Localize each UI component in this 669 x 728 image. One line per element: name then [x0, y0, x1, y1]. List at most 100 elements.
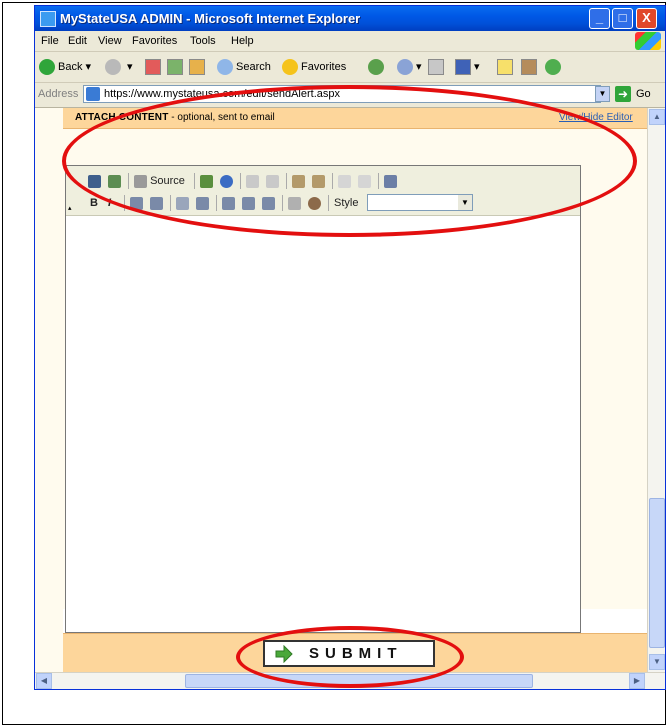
mail-button[interactable]: ▾ — [397, 58, 422, 76]
search-icon — [217, 59, 233, 76]
align-center-icon[interactable] — [242, 195, 255, 211]
indent-icon[interactable] — [196, 195, 209, 211]
toolbar-separator — [240, 173, 241, 189]
special-object-icon[interactable] — [308, 195, 321, 211]
toolbar-separator — [328, 195, 329, 211]
image-icon[interactable] — [200, 173, 213, 189]
windows-logo-icon — [635, 32, 661, 50]
editor-text-area[interactable] — [66, 216, 580, 632]
editor-toolbar-row-1: Source — [84, 171, 574, 191]
refresh-button[interactable] — [167, 58, 183, 76]
forward-button[interactable]: ▾ — [105, 58, 133, 76]
refresh-icon — [167, 59, 183, 76]
notes-button[interactable] — [497, 58, 513, 76]
cut-icon[interactable] — [246, 173, 259, 189]
home-button[interactable] — [189, 58, 205, 76]
attach-note: - optional, sent to email — [168, 112, 275, 123]
paste-icon[interactable] — [292, 173, 305, 189]
source-icon — [134, 174, 147, 188]
word-icon — [455, 59, 471, 76]
ordered-list-icon[interactable] — [130, 195, 143, 211]
menu-view[interactable]: View — [98, 35, 122, 47]
align-right-icon[interactable] — [262, 195, 275, 211]
bold-icon[interactable]: B — [90, 195, 98, 211]
go-arrow-icon[interactable]: ➜ — [615, 86, 631, 102]
menu-edit[interactable]: Edit — [68, 35, 87, 47]
scroll-left-icon[interactable]: ◀ — [36, 673, 52, 689]
messenger-button[interactable] — [545, 58, 564, 76]
menu-favorites[interactable]: Favorites — [132, 35, 177, 47]
maximize-button[interactable]: □ — [612, 8, 633, 29]
spellcheck-icon[interactable] — [108, 173, 121, 189]
address-dropdown-icon[interactable]: ▼ — [595, 86, 610, 102]
vertical-scrollbar[interactable]: ▲ ▼ — [647, 108, 665, 672]
toolbar-separator — [194, 173, 195, 189]
submit-button[interactable]: SUBMIT — [263, 640, 435, 667]
table-icon[interactable] — [384, 173, 397, 189]
source-button[interactable]: Source — [134, 173, 185, 189]
save-icon[interactable] — [88, 173, 101, 189]
stop-icon — [145, 59, 161, 76]
standard-toolbar: Back ▾ ▾ Search Favorites ▾ ▾ — [35, 52, 665, 83]
back-label: Back — [58, 61, 83, 73]
notes-icon — [497, 59, 513, 76]
horizontal-scrollbar[interactable]: ◀ ▶ — [35, 672, 665, 689]
scroll-right-icon[interactable]: ▶ — [629, 673, 645, 689]
word-button[interactable]: ▾ — [455, 58, 480, 76]
horizontal-scroll-thumb[interactable] — [185, 674, 533, 688]
favorites-label: Favorites — [301, 61, 347, 73]
submit-label: SUBMIT — [309, 645, 403, 662]
favorites-button[interactable]: Favorites — [282, 58, 346, 76]
history-icon — [368, 59, 384, 76]
star-icon — [282, 59, 298, 76]
redo-icon[interactable] — [358, 173, 371, 189]
back-arrow-icon — [39, 59, 55, 76]
copy-icon[interactable] — [266, 173, 279, 189]
paste-word-icon[interactable] — [312, 173, 325, 189]
menu-help[interactable]: Help — [231, 35, 254, 47]
attach-content-header: ATTACH CONTENT - optional, sent to email… — [63, 108, 647, 129]
horizontal-rule-icon[interactable] — [288, 195, 301, 211]
toolbar-separator — [128, 173, 129, 189]
home-icon — [189, 59, 205, 76]
search-button[interactable]: Search — [217, 58, 271, 76]
style-select[interactable]: ▼ — [367, 194, 473, 211]
print-button[interactable] — [428, 58, 444, 76]
view-hide-editor-link[interactable]: View/Hide Editor — [559, 112, 633, 123]
outdent-icon[interactable] — [176, 195, 189, 211]
menu-file[interactable]: File — [41, 35, 59, 47]
page-left-margin — [35, 108, 63, 672]
flash-globe-icon[interactable] — [220, 173, 233, 189]
align-left-icon[interactable] — [222, 195, 235, 211]
green-arrow-icon — [275, 645, 293, 663]
menu-tools[interactable]: Tools — [190, 35, 216, 47]
address-url: https://www.mystateusa.com/edit/sendAler… — [104, 88, 340, 100]
stop-button[interactable] — [145, 58, 161, 76]
scroll-down-icon[interactable]: ▼ — [649, 654, 665, 670]
address-input[interactable]: https://www.mystateusa.com/edit/sendAler… — [83, 85, 601, 103]
mail-icon — [397, 59, 413, 76]
editor-toolbar: Source B I Style ▼ ▴ — [66, 166, 580, 216]
research-button[interactable] — [521, 58, 537, 76]
toolbar-separator — [378, 173, 379, 189]
unordered-list-icon[interactable] — [150, 195, 163, 211]
toolbar-collapse-icon[interactable]: ▴ — [68, 204, 72, 212]
scroll-up-icon[interactable]: ▲ — [649, 109, 665, 125]
minimize-button[interactable]: _ — [589, 8, 610, 29]
address-bar: Address https://www.mystateusa.com/edit/… — [35, 83, 665, 108]
undo-icon[interactable] — [338, 173, 351, 189]
vertical-scroll-thumb[interactable] — [649, 498, 665, 648]
italic-icon[interactable]: I — [108, 195, 111, 211]
close-button[interactable]: X — [636, 8, 657, 29]
go-button[interactable]: Go — [636, 88, 651, 100]
history-button[interactable] — [368, 58, 387, 76]
ie-app-icon — [40, 11, 56, 27]
messenger-icon — [545, 59, 561, 76]
title-bar: MyStateUSA ADMIN - Microsoft Internet Ex… — [35, 6, 665, 31]
forward-arrow-icon — [105, 59, 121, 76]
research-icon — [521, 59, 537, 76]
back-button[interactable]: Back ▾ — [39, 58, 91, 76]
toolbar-separator — [124, 195, 125, 211]
style-label: Style — [334, 197, 359, 209]
menu-bar: File Edit View Favorites Tools Help — [35, 31, 665, 52]
